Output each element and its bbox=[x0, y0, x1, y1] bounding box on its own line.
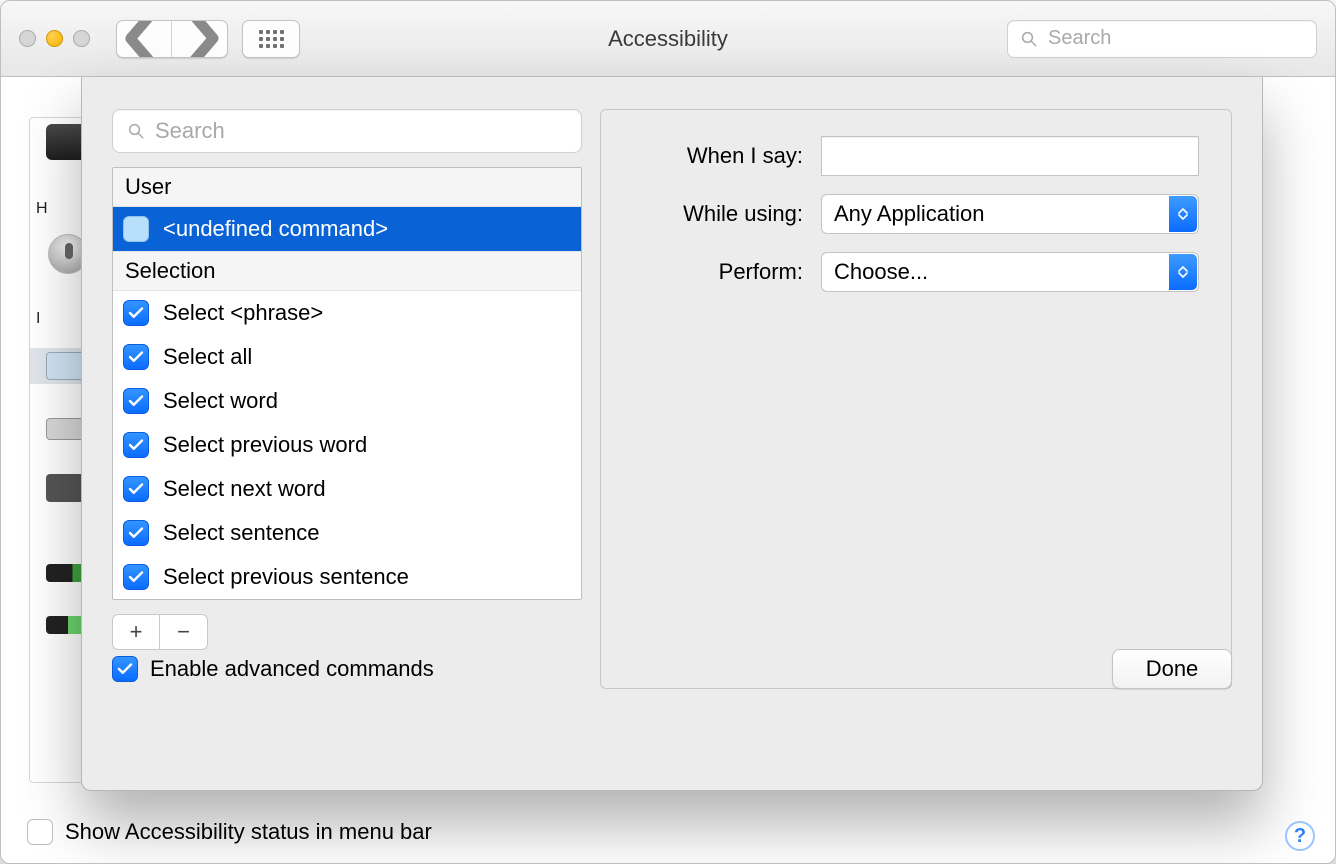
perform-label: Perform: bbox=[633, 259, 803, 285]
show-status-label: Show Accessibility status in menu bar bbox=[65, 819, 432, 845]
minimize-window-button[interactable] bbox=[46, 30, 63, 47]
command-checkbox[interactable] bbox=[123, 476, 149, 502]
command-label: Select <phrase> bbox=[163, 300, 323, 326]
command-label: Select all bbox=[163, 344, 252, 370]
enable-advanced-checkbox[interactable] bbox=[112, 656, 138, 682]
toolbar-search-input[interactable] bbox=[1048, 27, 1304, 50]
help-button[interactable]: ? bbox=[1285, 821, 1315, 851]
show-status-row[interactable]: Show Accessibility status in menu bar bbox=[27, 819, 432, 845]
nav-back-forward bbox=[116, 20, 228, 58]
command-checkbox[interactable] bbox=[123, 520, 149, 546]
command-checkbox[interactable] bbox=[123, 564, 149, 590]
show-all-button[interactable] bbox=[242, 20, 300, 58]
popup-arrows-icon bbox=[1169, 254, 1197, 290]
forward-button[interactable] bbox=[172, 21, 227, 57]
dictation-commands-sheet: User <undefined command> Selection Selec… bbox=[81, 77, 1263, 791]
command-label: Select word bbox=[163, 388, 278, 414]
while-using-popup[interactable]: Any Application bbox=[821, 194, 1199, 234]
command-checkbox[interactable] bbox=[123, 388, 149, 414]
list-section-header: User bbox=[113, 168, 581, 207]
list-section-header: Selection bbox=[113, 251, 581, 291]
command-checkbox[interactable] bbox=[123, 344, 149, 370]
enable-advanced-row[interactable]: Enable advanced commands bbox=[112, 656, 434, 682]
command-row[interactable]: <undefined command> bbox=[113, 207, 581, 251]
search-icon bbox=[1020, 30, 1038, 48]
perform-value: Choose... bbox=[834, 259, 928, 285]
remove-command-button[interactable]: − bbox=[160, 614, 208, 650]
window-controls bbox=[19, 30, 90, 47]
command-row[interactable]: Select sentence bbox=[113, 511, 581, 555]
add-remove-buttons: + − bbox=[112, 614, 582, 650]
command-row[interactable]: Select previous sentence bbox=[113, 555, 581, 599]
toolbar-search[interactable] bbox=[1007, 20, 1317, 58]
popup-arrows-icon bbox=[1169, 196, 1197, 232]
command-row[interactable]: Select previous word bbox=[113, 423, 581, 467]
commands-search-input[interactable] bbox=[155, 118, 567, 144]
command-row[interactable]: Select all bbox=[113, 335, 581, 379]
done-button[interactable]: Done bbox=[1112, 649, 1232, 689]
command-row[interactable]: Select <phrase> bbox=[113, 291, 581, 335]
titlebar: Accessibility bbox=[1, 1, 1335, 77]
command-row[interactable]: Select word bbox=[113, 379, 581, 423]
when-i-say-input[interactable] bbox=[821, 136, 1199, 176]
commands-search[interactable] bbox=[112, 109, 582, 153]
enable-advanced-label: Enable advanced commands bbox=[150, 656, 434, 682]
back-button[interactable] bbox=[117, 21, 172, 57]
command-label: Select previous word bbox=[163, 432, 367, 458]
sidebar-section-hearing: H bbox=[36, 200, 48, 218]
content-area: H I User bbox=[1, 77, 1335, 863]
command-detail-panel: When I say: While using: Any Application bbox=[600, 109, 1232, 689]
show-status-checkbox[interactable] bbox=[27, 819, 53, 845]
close-window-button[interactable] bbox=[19, 30, 36, 47]
maximize-window-button[interactable] bbox=[73, 30, 90, 47]
command-checkbox[interactable] bbox=[123, 300, 149, 326]
commands-list[interactable]: User <undefined command> Selection Selec… bbox=[112, 167, 582, 600]
command-label: <undefined command> bbox=[163, 216, 388, 242]
sidebar-section-interacting: I bbox=[36, 310, 40, 328]
command-checkbox[interactable] bbox=[123, 216, 149, 242]
perform-popup[interactable]: Choose... bbox=[821, 252, 1199, 292]
command-label: Select previous sentence bbox=[163, 564, 409, 590]
search-icon bbox=[127, 122, 145, 140]
command-label: Select next word bbox=[163, 476, 326, 502]
command-checkbox[interactable] bbox=[123, 432, 149, 458]
accessibility-window: Accessibility H I bbox=[0, 0, 1336, 864]
while-using-label: While using: bbox=[633, 201, 803, 227]
grid-icon bbox=[259, 30, 284, 48]
command-label: Select sentence bbox=[163, 520, 320, 546]
command-row[interactable]: Select next word bbox=[113, 467, 581, 511]
when-i-say-label: When I say: bbox=[633, 143, 803, 169]
add-command-button[interactable]: + bbox=[112, 614, 160, 650]
while-using-value: Any Application bbox=[834, 201, 984, 227]
